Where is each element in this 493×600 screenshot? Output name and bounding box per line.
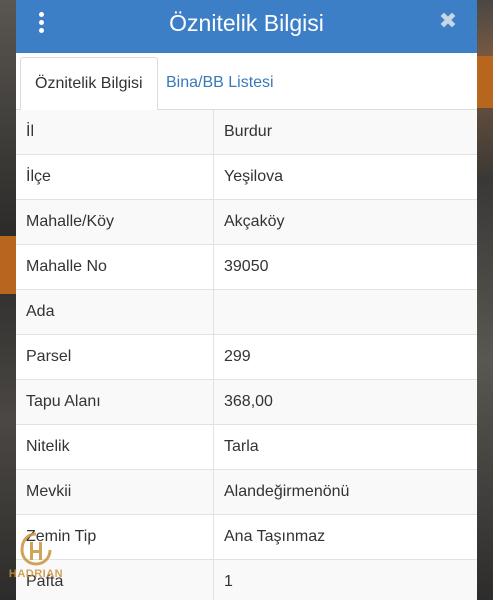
row-key: Mevkii: [26, 483, 72, 500]
table-row: Ada: [16, 290, 477, 335]
table-row: Mahalle No 39050: [16, 245, 477, 290]
table-row: İl Burdur: [16, 110, 477, 155]
background-left: [0, 0, 16, 600]
row-key: İl: [26, 123, 34, 140]
row-key: Tapu Alanı: [26, 393, 101, 410]
row-value: 368,00: [224, 393, 273, 410]
logo-mark-icon: [20, 532, 52, 566]
row-key: Ada: [26, 303, 55, 320]
hadrian-logo-watermark: HADRIAN: [6, 530, 66, 590]
table-row: Parsel 299: [16, 335, 477, 380]
row-value: Ana Taşınmaz: [224, 528, 326, 545]
close-icon[interactable]: ✖: [433, 6, 463, 36]
row-value: Yeşilova: [224, 168, 284, 185]
watermark-brand: HADRIAN: [8, 568, 64, 580]
attribute-dialog: Öznitelik Bilgisi ✖ Öznitelik Bilgisi Bi…: [16, 0, 477, 600]
row-key: Mahalle No: [26, 258, 107, 275]
row-value: Akçaköy: [224, 213, 285, 230]
table-row: İlçe Yeşilova: [16, 155, 477, 200]
row-key: Mahalle/Köy: [26, 213, 115, 230]
row-value: 1: [224, 573, 233, 590]
table-row: Zemin Tip Ana Taşınmaz: [16, 515, 477, 560]
row-value: Alandeğirmenönü: [224, 483, 350, 500]
tab-bina-bb-listesi[interactable]: Bina/BB Listesi: [152, 57, 288, 109]
row-value: Tarla: [224, 438, 259, 455]
table-row: Nitelik Tarla: [16, 425, 477, 470]
attribute-table: İl Burdur İlçe Yeşilova Mahalle/Köy Akçaköy…: [16, 110, 477, 600]
background-right: [477, 0, 493, 600]
row-value: Burdur: [224, 123, 273, 140]
row-value: 299: [224, 348, 251, 365]
row-key: Nitelik: [26, 438, 70, 455]
table-row: Mahalle/Köy Akçaköy: [16, 200, 477, 245]
tab-bar: Öznitelik Bilgisi Bina/BB Listesi: [16, 53, 477, 111]
row-key: Parsel: [26, 348, 72, 365]
dialog-title: Öznitelik Bilgisi: [169, 10, 324, 36]
dialog-titlebar: Öznitelik Bilgisi ✖: [16, 0, 477, 53]
tab-oznitelik-bilgisi[interactable]: Öznitelik Bilgisi: [20, 57, 158, 111]
row-key: İlçe: [26, 168, 51, 185]
row-value: 39050: [224, 258, 269, 275]
table-row: Pafta 1: [16, 560, 477, 600]
table-row: Tapu Alanı 368,00: [16, 380, 477, 425]
table-row: Mevkii Alandeğirmenönü: [16, 470, 477, 515]
